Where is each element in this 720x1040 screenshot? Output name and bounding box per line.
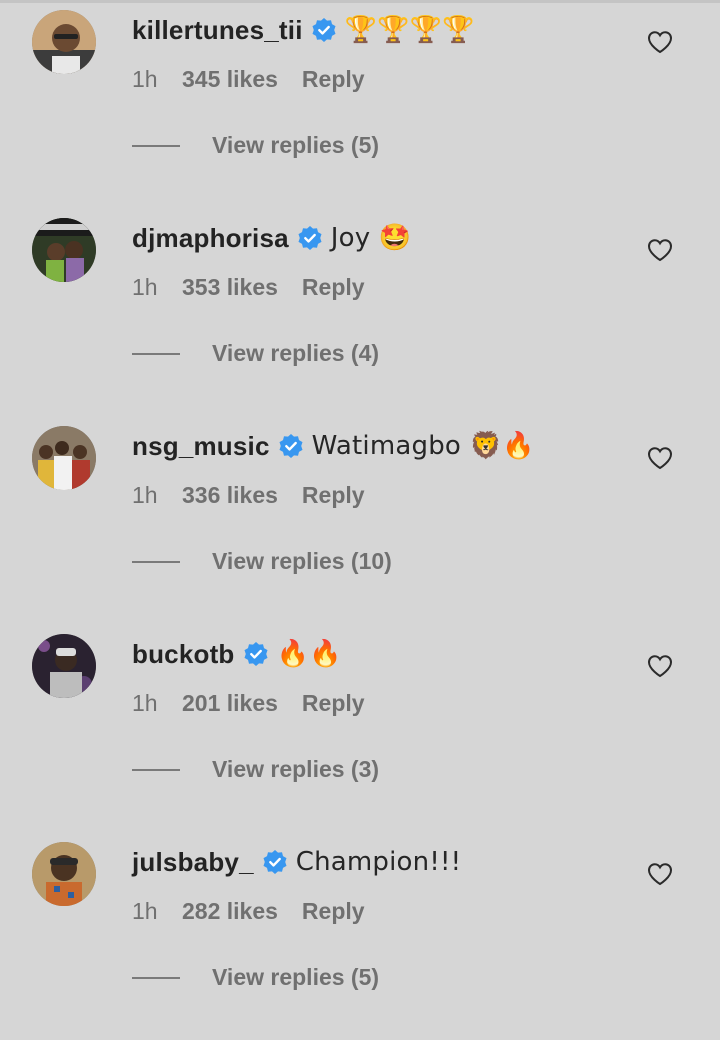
- username[interactable]: nsg_music: [132, 431, 270, 462]
- comment-time: 1h: [132, 274, 158, 300]
- heart-outline-icon[interactable]: [647, 446, 673, 470]
- reply-button[interactable]: Reply: [302, 482, 365, 509]
- view-replies-label: View replies (3): [212, 756, 380, 782]
- username[interactable]: killertunes_tii: [132, 15, 303, 46]
- replies-divider: [132, 352, 180, 355]
- comment-line: nsg_music Watimagbo 🦁🔥: [132, 426, 535, 466]
- reply-button[interactable]: Reply: [302, 274, 365, 301]
- comment-item: buckotb 🔥🔥 1h 201 likes Reply View repli…: [0, 624, 720, 832]
- likes-count[interactable]: 201 likes: [182, 690, 278, 717]
- reply-button[interactable]: Reply: [302, 690, 365, 717]
- heart-outline-icon[interactable]: [647, 30, 673, 54]
- username[interactable]: buckotb: [132, 639, 235, 670]
- comment-text: 🔥🔥: [276, 639, 342, 669]
- comment-item: julsbaby_ Champion!!! 1h 282 likes Reply…: [0, 832, 720, 1040]
- verified-badge-icon: [262, 849, 288, 875]
- verified-badge-icon: [243, 641, 269, 667]
- comment-line: buckotb 🔥🔥: [132, 634, 342, 674]
- verified-badge-icon: [311, 17, 337, 43]
- comment-time: 1h: [132, 898, 158, 924]
- comment-line: djmaphorisa Joy 🤩: [132, 218, 411, 258]
- username[interactable]: djmaphorisa: [132, 223, 289, 254]
- reply-button[interactable]: Reply: [302, 898, 365, 925]
- comment-time: 1h: [132, 66, 158, 92]
- view-replies-label: View replies (5): [212, 964, 380, 990]
- replies-divider: [132, 560, 180, 563]
- avatar[interactable]: [32, 634, 96, 698]
- comment-item: killertunes_tii 🏆🏆🏆🏆 1h 345 likes Reply …: [0, 0, 720, 208]
- view-replies-button[interactable]: View replies (3): [132, 756, 379, 783]
- replies-divider: [132, 976, 180, 979]
- comment-line: killertunes_tii 🏆🏆🏆🏆: [132, 10, 475, 50]
- reply-button[interactable]: Reply: [302, 66, 365, 93]
- comment-text: Champion!!!: [295, 847, 462, 877]
- view-replies-button[interactable]: View replies (10): [132, 548, 392, 575]
- comment-meta: 1h 353 likes Reply: [132, 274, 365, 301]
- heart-outline-icon[interactable]: [647, 238, 673, 262]
- comment-meta: 1h 282 likes Reply: [132, 898, 365, 925]
- comment-item: nsg_music Watimagbo 🦁🔥 1h 336 likes Repl…: [0, 416, 720, 624]
- heart-outline-icon[interactable]: [647, 654, 673, 678]
- comment-line: julsbaby_ Champion!!!: [132, 842, 461, 882]
- likes-count[interactable]: 282 likes: [182, 898, 278, 925]
- view-replies-button[interactable]: View replies (4): [132, 340, 379, 367]
- avatar-image: [32, 426, 96, 490]
- avatar[interactable]: [32, 426, 96, 490]
- view-replies-button[interactable]: View replies (5): [132, 964, 379, 991]
- comment-item: djmaphorisa Joy 🤩 1h 353 likes Reply Vie…: [0, 208, 720, 416]
- verified-badge-icon: [278, 433, 304, 459]
- comment-text: Watimagbo 🦁🔥: [311, 431, 535, 461]
- replies-divider: [132, 144, 180, 147]
- likes-count[interactable]: 345 likes: [182, 66, 278, 93]
- comment-meta: 1h 345 likes Reply: [132, 66, 365, 93]
- view-replies-label: View replies (5): [212, 132, 380, 158]
- verified-badge-icon: [297, 225, 323, 251]
- likes-count[interactable]: 353 likes: [182, 274, 278, 301]
- replies-divider: [132, 768, 180, 771]
- avatar-image: [32, 218, 96, 282]
- avatar[interactable]: [32, 10, 96, 74]
- heart-outline-icon[interactable]: [647, 862, 673, 886]
- likes-count[interactable]: 336 likes: [182, 482, 278, 509]
- avatar-image: [32, 634, 96, 698]
- comment-text: Joy 🤩: [330, 223, 412, 253]
- comment-meta: 1h 201 likes Reply: [132, 690, 365, 717]
- avatar[interactable]: [32, 218, 96, 282]
- comment-text: 🏆🏆🏆🏆: [344, 15, 475, 45]
- view-replies-label: View replies (4): [212, 340, 380, 366]
- username[interactable]: julsbaby_: [132, 847, 254, 878]
- view-replies-label: View replies (10): [212, 548, 392, 574]
- comment-meta: 1h 336 likes Reply: [132, 482, 365, 509]
- view-replies-button[interactable]: View replies (5): [132, 132, 379, 159]
- comment-time: 1h: [132, 690, 158, 716]
- avatar-image: [32, 842, 96, 906]
- avatar-image: [32, 10, 96, 74]
- avatar[interactable]: [32, 842, 96, 906]
- comment-time: 1h: [132, 482, 158, 508]
